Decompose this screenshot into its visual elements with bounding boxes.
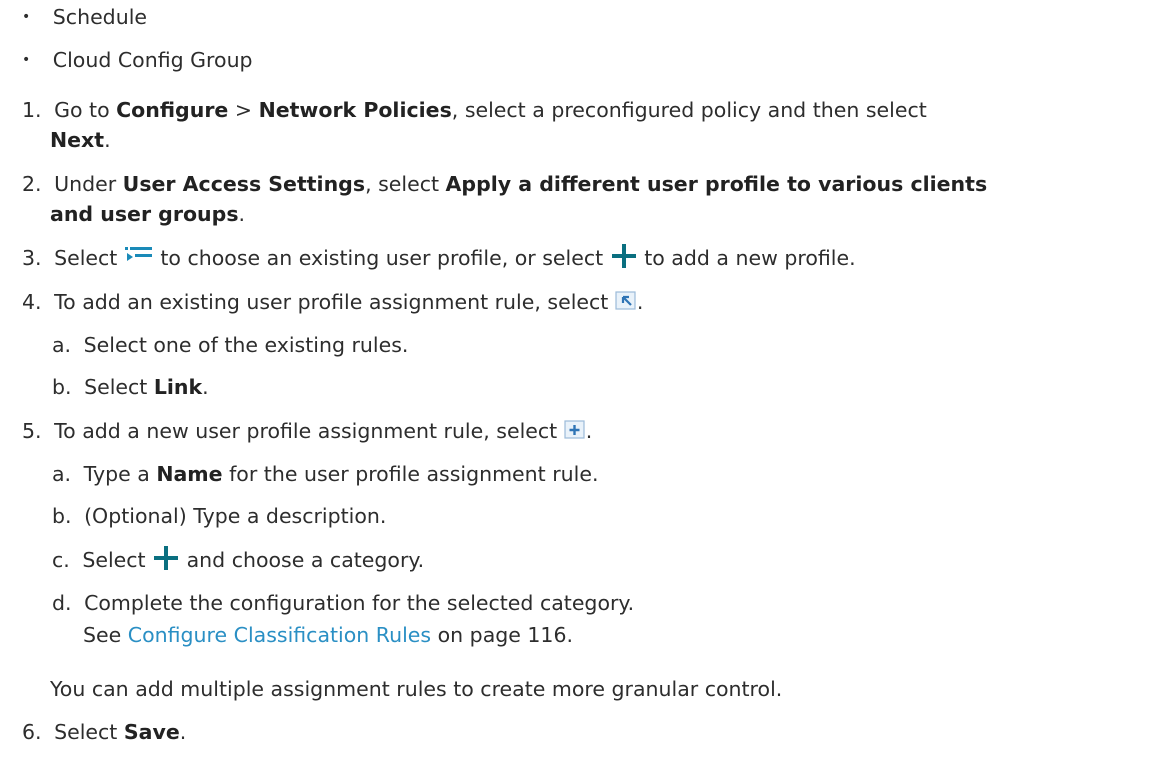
step-5: 5. To add a new user profile assignment …	[22, 419, 593, 443]
plus-icon	[154, 546, 179, 570]
link-rule-icon	[615, 291, 636, 310]
step-1-cont: Next.	[50, 128, 111, 152]
step-3: 3. Select to choose an existing user pro…	[22, 244, 856, 270]
list-select-icon	[124, 247, 152, 261]
step-5-note: You can add multiple assignment rules to…	[50, 677, 783, 701]
document-page: • Schedule • Cloud Config Group 1. Go to…	[0, 0, 1168, 767]
bullet-item: • Schedule	[22, 5, 147, 29]
step-4a: a. Select one of the existing rules.	[52, 333, 409, 357]
step-6: 6. Select Save.	[22, 720, 187, 744]
step-2-cont: and user groups.	[50, 202, 246, 226]
plus-icon	[611, 244, 636, 268]
step-5a: a. Type a Name for the user profile assi…	[52, 462, 599, 486]
step-5d-see: See Configure Classification Rules on pa…	[83, 623, 574, 647]
step-4: 4. To add an existing user profile assig…	[22, 290, 644, 314]
bullet-item: • Cloud Config Group	[22, 48, 253, 72]
configure-classification-rules-link[interactable]: Configure Classification Rules	[128, 623, 431, 647]
step-2: 2. Under User Access Settings, select Ap…	[22, 172, 988, 196]
add-rule-icon	[564, 420, 585, 439]
step-5c: c. Select and choose a category.	[52, 546, 425, 572]
step-4b: b. Select Link.	[52, 375, 209, 399]
step-1: 1. Go to Configure > Network Policies, s…	[22, 98, 927, 122]
step-5d: d. Complete the configuration for the se…	[52, 591, 635, 615]
step-5b: b. (Optional) Type a description.	[52, 504, 387, 528]
